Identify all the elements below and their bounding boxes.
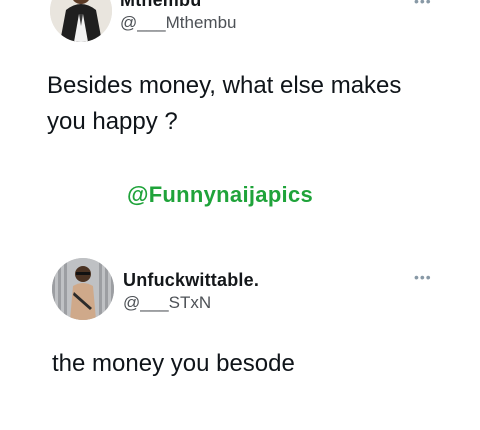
more-dots-icon: •••	[414, 269, 432, 285]
tweet-text: Besides money, what else makes you happy…	[47, 72, 402, 135]
username-handle[interactable]: @___STxN	[123, 293, 211, 313]
profile-photo-icon	[52, 258, 114, 320]
more-options-button[interactable]: •••	[414, 269, 432, 285]
reply-text: the money you besode	[52, 350, 295, 377]
avatar[interactable]	[50, 0, 112, 42]
username-handle[interactable]: @___Mthembu	[120, 13, 237, 33]
more-options-button[interactable]: •••	[414, 0, 432, 9]
display-name[interactable]: Unfuckwittable.	[123, 270, 259, 291]
avatar[interactable]	[52, 258, 114, 320]
more-dots-icon: •••	[414, 0, 432, 9]
profile-photo-icon	[50, 0, 112, 42]
display-name[interactable]: Mthembu	[120, 0, 201, 11]
watermark: @Funnynaijapics	[126, 182, 314, 207]
tweet-screenshot: Mthembu @___Mthembu ••• Besides money, w…	[0, 0, 480, 430]
